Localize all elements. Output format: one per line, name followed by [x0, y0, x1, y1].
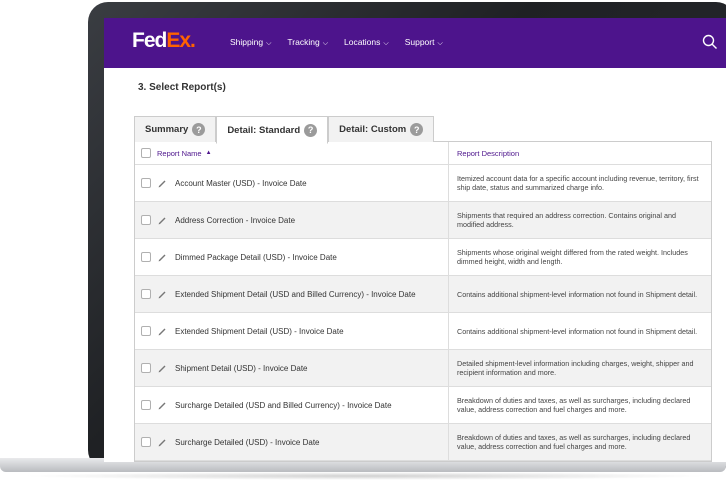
report-description: Detailed shipment-level information incl…	[457, 359, 694, 377]
table-row[interactable]: Surcharge Detailed (USD) - Invoice Date …	[135, 424, 711, 461]
report-name: Surcharge Detailed (USD and Billed Curre…	[175, 400, 392, 410]
table-row[interactable]: Extended Shipment Detail (USD) - Invoice…	[135, 313, 711, 350]
chevron-down-icon: ⌵	[437, 40, 443, 47]
report-name: Surcharge Detailed (USD) - Invoice Date	[175, 437, 320, 447]
report-description: Breakdown of duties and taxes, as well a…	[457, 433, 691, 451]
pencil-icon[interactable]	[157, 326, 167, 336]
report-description: Breakdown of duties and taxes, as well a…	[457, 396, 691, 414]
table-header-row: Report Name ▲ Report Description	[135, 142, 711, 165]
row-checkbox[interactable]	[141, 289, 151, 299]
report-name: Address Correction - Invoice Date	[175, 215, 296, 225]
pencil-icon[interactable]	[157, 437, 167, 447]
section-title: 3. Select Report(s)	[138, 82, 226, 93]
nav-item-shipping[interactable]: Shipping ⌵	[230, 37, 271, 48]
row-checkbox[interactable]	[141, 215, 151, 225]
pencil-icon[interactable]	[157, 363, 167, 373]
nav-item-support[interactable]: Support ⌵	[405, 37, 443, 48]
row-checkbox[interactable]	[141, 252, 151, 262]
report-tabs: Summary ? Detail: Standard ? Detail: Cus…	[134, 116, 706, 144]
report-name: Extended Shipment Detail (USD and Billed…	[175, 289, 416, 299]
laptop-screen: FedEx. Shipping ⌵ Tracking ⌵ Locations ⌵ Su…	[104, 18, 726, 462]
pencil-icon[interactable]	[157, 178, 167, 188]
chevron-down-icon: ⌵	[383, 40, 389, 47]
help-icon[interactable]: ?	[304, 123, 318, 137]
report-name: Account Master (USD) - Invoice Date	[175, 178, 307, 188]
report-description: Shipments that required an address corre…	[457, 211, 676, 229]
fedex-logo[interactable]: FedEx.	[132, 29, 196, 53]
row-checkbox[interactable]	[141, 363, 151, 373]
report-name: Extended Shipment Detail (USD) - Invoice…	[175, 326, 344, 336]
report-description: Contains additional shipment-level infor…	[457, 326, 698, 336]
pencil-icon[interactable]	[157, 215, 167, 225]
report-description: Itemized account data for a specific acc…	[457, 174, 699, 192]
table-row[interactable]: Shipment Detail (USD) - Invoice Date Det…	[135, 350, 711, 387]
table-row[interactable]: Dimmed Package Detail (USD) - Invoice Da…	[135, 239, 711, 276]
select-all-checkbox[interactable]	[141, 148, 151, 158]
table-row[interactable]: Address Correction - Invoice Date Shipme…	[135, 202, 711, 239]
row-checkbox[interactable]	[141, 400, 151, 410]
pencil-icon[interactable]	[157, 400, 167, 410]
table-row[interactable]: Surcharge Detailed (USD and Billed Curre…	[135, 387, 711, 424]
report-table: Report Name ▲ Report Description Account…	[134, 141, 712, 462]
nav-item-tracking[interactable]: Tracking ⌵	[287, 37, 328, 48]
chevron-down-icon: ⌵	[266, 40, 272, 47]
pencil-icon[interactable]	[157, 289, 167, 299]
tab-detail-custom[interactable]: Detail: Custom ?	[328, 116, 435, 142]
column-header-report-description: Report Description	[457, 148, 520, 158]
report-name: Dimmed Package Detail (USD) - Invoice Da…	[175, 252, 337, 262]
report-description: Shipments whose original weight differed…	[457, 248, 688, 266]
help-icon[interactable]: ?	[410, 123, 424, 136]
nav-item-locations[interactable]: Locations ⌵	[344, 37, 389, 48]
help-icon[interactable]: ?	[192, 123, 206, 136]
laptop-shadow	[20, 472, 710, 480]
nav-menu: Shipping ⌵ Tracking ⌵ Locations ⌵ Support ⌵	[230, 37, 443, 48]
main-content: 3. Select Report(s) Summary ? Detail: St…	[104, 82, 726, 462]
tab-summary[interactable]: Summary ?	[134, 116, 217, 142]
report-name: Shipment Detail (USD) - Invoice Date	[175, 363, 308, 373]
column-header-report-name[interactable]: Report Name ▲	[135, 142, 449, 164]
table-row[interactable]: Account Master (USD) - Invoice Date Item…	[135, 165, 711, 202]
top-navbar: FedEx. Shipping ⌵ Tracking ⌵ Locations ⌵ Su…	[104, 18, 726, 68]
sort-asc-icon[interactable]: ▲	[206, 150, 212, 156]
row-checkbox[interactable]	[141, 437, 151, 447]
tab-detail-standard[interactable]: Detail: Standard ?	[216, 116, 329, 144]
pencil-icon[interactable]	[157, 252, 167, 262]
row-checkbox[interactable]	[141, 178, 151, 188]
table-row[interactable]: Extended Shipment Detail (USD and Billed…	[135, 276, 711, 313]
report-description: Contains additional shipment-level infor…	[457, 289, 698, 299]
chevron-down-icon: ⌵	[322, 40, 328, 47]
search-icon[interactable]	[702, 34, 718, 50]
row-checkbox[interactable]	[141, 326, 151, 336]
